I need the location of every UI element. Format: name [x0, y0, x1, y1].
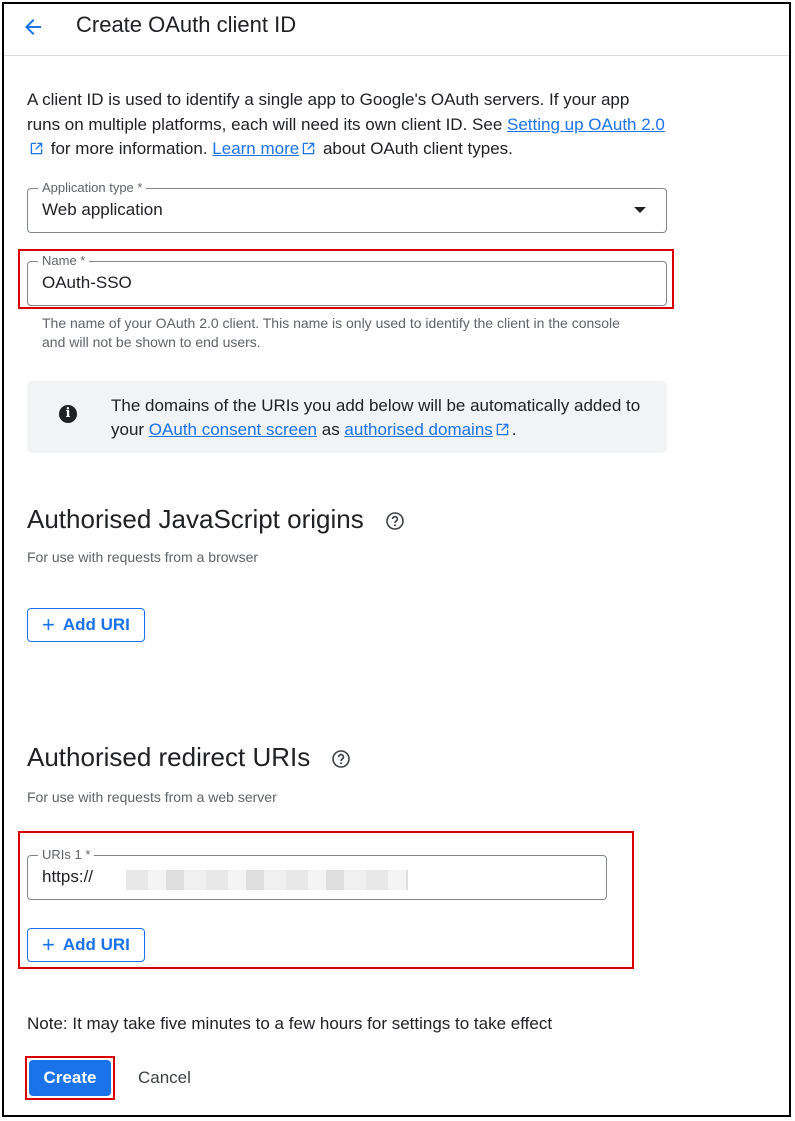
- authorised-domains-link[interactable]: authorised domains: [344, 420, 492, 439]
- help-icon[interactable]: [385, 511, 405, 531]
- plus-icon: +: [42, 612, 55, 637]
- info-banner: i The domains of the URIs you add below …: [27, 381, 667, 453]
- name-value: OAuth-SSO: [42, 273, 132, 292]
- application-type-value: Web application: [42, 200, 163, 219]
- page-title: Create OAuth client ID: [76, 12, 297, 37]
- settings-note: Note: It may take five minutes to a few …: [27, 1014, 553, 1033]
- page-header: Create OAuth client ID: [4, 4, 789, 56]
- create-button[interactable]: Create: [29, 1060, 111, 1096]
- arrow-left-icon: [25, 19, 41, 35]
- external-link-icon: [302, 142, 315, 155]
- name-hint: The name of your OAuth 2.0 client. This …: [42, 315, 620, 350]
- setting-up-oauth-link[interactable]: Setting up OAuth 2.0: [507, 115, 665, 134]
- plus-icon: +: [42, 932, 55, 957]
- js-origins-title: Authorised JavaScript origins: [27, 504, 405, 535]
- add-js-origin-button[interactable]: + Add URI: [27, 608, 145, 642]
- help-icon[interactable]: [331, 749, 351, 769]
- redirect-uri-label: URIs 1 *: [38, 848, 95, 862]
- external-link-icon: [496, 423, 509, 436]
- name-label: Name *: [38, 254, 90, 268]
- cancel-button[interactable]: Cancel: [138, 1068, 191, 1088]
- oauth-consent-screen-link[interactable]: OAuth consent screen: [149, 420, 317, 439]
- back-button[interactable]: [18, 12, 48, 42]
- info-text: The domains of the URIs you add below wi…: [111, 396, 641, 439]
- js-origins-subtitle: For use with requests from a browser: [27, 549, 259, 565]
- redirect-uris-title: Authorised redirect URIs: [27, 742, 351, 773]
- application-type-label: Application type *: [38, 181, 147, 195]
- page-frame: Create OAuth client ID A client ID is us…: [2, 2, 791, 1117]
- dropdown-arrow-icon: [634, 207, 646, 213]
- redacted-uri: [126, 870, 408, 890]
- learn-more-link[interactable]: Learn more: [212, 139, 299, 158]
- redirect-uri-input[interactable]: URIs 1 * https://: [27, 848, 607, 900]
- add-redirect-uri-button[interactable]: + Add URI: [27, 928, 145, 962]
- redirect-uris-subtitle: For use with requests from a web server: [27, 789, 277, 805]
- application-type-select[interactable]: Application type * Web application: [27, 181, 667, 233]
- info-icon: i: [59, 405, 77, 423]
- intro-text: A client ID is used to identify a single…: [27, 90, 665, 158]
- name-input[interactable]: Name * OAuth-SSO: [27, 254, 667, 306]
- redirect-uri-value: https://: [42, 867, 94, 886]
- external-link-icon: [30, 142, 43, 155]
